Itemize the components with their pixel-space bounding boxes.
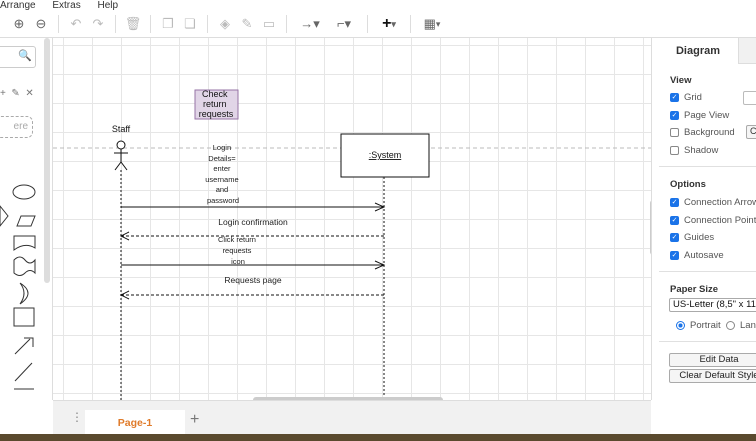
edit-data-button[interactable]: Edit Data: [669, 353, 756, 367]
background-change-button[interactable]: C: [746, 125, 756, 139]
note-text: Check return requests: [199, 89, 234, 119]
menu-arrange[interactable]: Arrange: [0, 0, 36, 11]
delete-icon[interactable]: 🗑: [122, 13, 144, 35]
sidebar-scrollbar[interactable]: [44, 38, 50, 283]
portrait-radio[interactable]: Portrait: [676, 320, 721, 331]
page-view-checkbox[interactable]: ✓ Page View: [670, 110, 729, 121]
close-icon[interactable]: ✕: [25, 88, 33, 99]
shadow-icon[interactable]: ▭: [258, 13, 280, 35]
zoom-in-icon[interactable]: ⊕: [8, 13, 30, 35]
tab-page-1[interactable]: Page-1: [85, 410, 185, 435]
undo-icon[interactable]: ↶: [65, 13, 87, 35]
search-icon: 🔍: [18, 50, 32, 62]
diagram-canvas[interactable]: Check return requests Staff :System Logi…: [53, 38, 651, 400]
actor-staff[interactable]: [114, 140, 128, 171]
connection-points-checkbox[interactable]: ✓ Connection Points: [670, 215, 756, 226]
shapes-sidebar: 🔍 + ✎ ✕ ere: [0, 38, 53, 400]
add-icon[interactable]: +: [0, 88, 6, 99]
menu-help[interactable]: Help: [97, 0, 118, 11]
page-tabs-bar: ⋮ Page-1 +: [53, 400, 651, 435]
message-3-label: Click return requests icon: [218, 235, 258, 266]
format-panel: Diagram View ✓ Grid ✓ Page View Background…: [651, 38, 756, 400]
shadow-checkbox[interactable]: Shadow: [670, 145, 718, 156]
to-back-icon[interactable]: ❏: [179, 13, 201, 35]
background-checkbox[interactable]: Background: [670, 127, 735, 138]
guides-checkbox[interactable]: ✓ Guides: [670, 232, 714, 243]
add-page-button[interactable]: +: [190, 411, 199, 429]
redo-icon[interactable]: ↷: [87, 13, 109, 35]
actor-label: Staff: [112, 124, 131, 134]
message-3-arrow[interactable]: [121, 260, 386, 270]
line-color-icon[interactable]: ✎: [236, 13, 258, 35]
message-1-arrow[interactable]: [121, 202, 386, 212]
edit-icon[interactable]: ✎: [11, 88, 19, 99]
paper-size-select[interactable]: US-Letter (8,5" x 11"): [669, 298, 756, 312]
tab-style[interactable]: [738, 38, 756, 64]
message-4-arrow[interactable]: [119, 290, 384, 300]
table-icon[interactable]: ▦ ▾: [417, 13, 447, 35]
connection-arrows-checkbox[interactable]: ✓ Connection Arrows: [670, 197, 756, 208]
zoom-out-icon[interactable]: ⊖: [30, 13, 52, 35]
options-section-title: Options: [670, 179, 706, 190]
grid-size-input[interactable]: [743, 91, 756, 105]
message-1-label: Login Details= enter username and passwo…: [205, 143, 240, 205]
to-front-icon[interactable]: ❐: [157, 13, 179, 35]
clear-default-style-button[interactable]: Clear Default Style: [669, 369, 756, 383]
system-label: :System: [369, 150, 402, 160]
connection-icon[interactable]: →▾: [293, 13, 327, 35]
message-4-label: Requests page: [224, 275, 281, 285]
grid-checkbox[interactable]: ✓ Grid: [670, 92, 702, 103]
landscape-radio[interactable]: Landscape: [726, 320, 756, 331]
scratchpad-drop-zone[interactable]: ere: [0, 116, 33, 138]
autosave-checkbox[interactable]: ✓ Autosave: [670, 250, 724, 261]
toolbar: ⊕ ⊖ ↶ ↷ 🗑 ❐ ❏ ◈ ✎ ▭ →▾ ⌐▾ + ▾ ▦ ▾: [0, 11, 756, 38]
os-taskbar: [0, 434, 756, 441]
shape-search-input[interactable]: 🔍: [0, 46, 36, 68]
tab-diagram[interactable]: Diagram: [658, 38, 738, 64]
pages-menu-icon[interactable]: ⋮: [71, 411, 83, 423]
waypoints-icon[interactable]: ⌐▾: [327, 13, 361, 35]
menubar: Arrange Extras Help: [0, 0, 132, 11]
menu-extras[interactable]: Extras: [52, 0, 80, 11]
view-section-title: View: [670, 75, 692, 86]
paper-size-title: Paper Size: [670, 284, 719, 295]
insert-icon[interactable]: + ▾: [374, 13, 404, 35]
shape-palette[interactable]: [0, 178, 44, 400]
message-2-label: Login confirmation: [218, 217, 288, 227]
sequence-diagram: Check return requests Staff :System Logi…: [53, 89, 651, 400]
fill-color-icon[interactable]: ◈: [214, 13, 236, 35]
scratchpad-actions: + ✎ ✕: [0, 88, 34, 99]
